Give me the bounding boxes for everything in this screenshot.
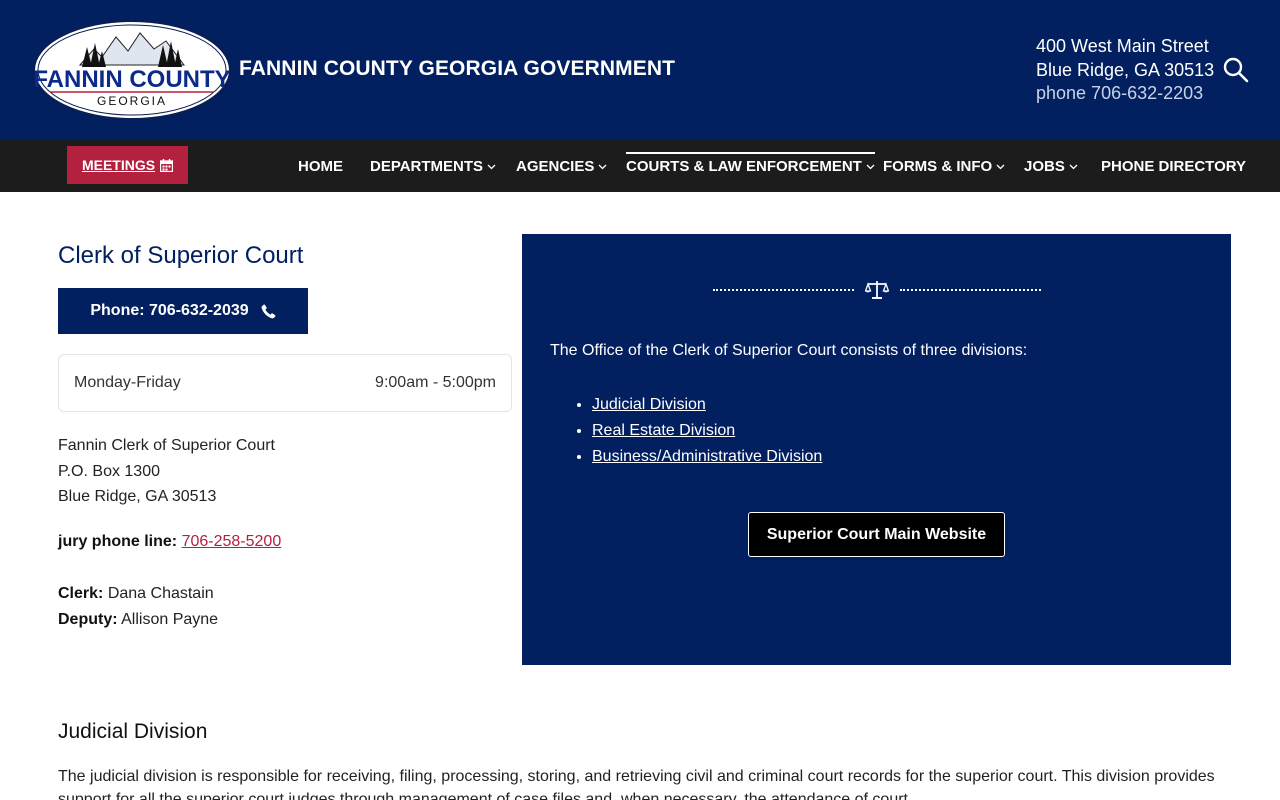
panel-intro: The Office of the Clerk of Superior Cour… (550, 342, 1028, 359)
real-estate-division-link[interactable]: Real Estate Division (592, 422, 735, 439)
office-city: Blue Ridge, GA 30513 (58, 488, 217, 505)
page-title: Clerk of Superior Court (58, 242, 304, 269)
nav-departments-label: DEPARTMENTS (370, 157, 484, 175)
clerk-name: Dana Chastain (107, 585, 214, 602)
superior-court-website-button[interactable]: Superior Court Main Website (748, 512, 1005, 557)
office-name: Fannin Clerk of Superior Court (58, 437, 275, 454)
nav-departments[interactable]: DEPARTMENTS (370, 140, 496, 192)
office-hours: Monday-Friday 9:00am - 5:00pm (58, 354, 512, 412)
site-title[interactable]: FANNIN COUNTY GEORGIA GOVERNMENT (239, 57, 675, 81)
search-button[interactable] (1222, 56, 1250, 84)
deputy-row: Deputy: Allison Payne (58, 607, 218, 633)
deputy-label: Deputy: (58, 611, 118, 628)
office-po-box: P.O. Box 1300 (58, 462, 160, 480)
panel-divider (713, 278, 1041, 302)
main-nav: MEETINGS HOME DEPARTMENTS AGENCIES COURT… (0, 140, 1280, 192)
judicial-division-heading: Judicial Division (58, 720, 208, 743)
jury-label: jury phone line: (58, 533, 178, 550)
clerk-label: Clerk: (58, 585, 104, 602)
divisions-list: Judicial Division Real Estate Division B… (592, 392, 822, 470)
nav-home-label: HOME (298, 157, 343, 175)
jury-phone-line: jury phone line: 706-258-5200 (58, 533, 281, 551)
dotted-rule-right (900, 289, 1041, 291)
jury-phone-link[interactable]: 706-258-5200 (182, 533, 282, 550)
address-street: 400 West Main Street (1036, 36, 1209, 56)
nav-phone-directory-label: PHONE DIRECTORY (1101, 157, 1247, 175)
office-address: Fannin Clerk of Superior Court P.O. Box … (58, 433, 275, 510)
nav-agencies-label: AGENCIES (516, 157, 595, 175)
header-address: 400 West Main Street Blue Ridge, GA 3051… (1036, 35, 1214, 106)
chevron-down-icon (487, 164, 496, 169)
judicial-division-description: The judicial division is responsible for… (58, 768, 1215, 800)
header-phone[interactable]: phone 706-632-2203 (1036, 82, 1214, 106)
deputy-name: Allison Payne (121, 611, 219, 628)
nav-agencies[interactable]: AGENCIES (516, 140, 607, 192)
site-header: FANNIN COUNTY GEORGIA FANNIN COUNTY GEOR… (0, 0, 1280, 140)
chevron-down-icon (598, 164, 607, 169)
hours-days: Monday-Friday (74, 374, 181, 391)
phone-icon (261, 304, 276, 318)
dotted-rule-left (713, 289, 854, 291)
hours-time: 9:00am - 5:00pm (375, 374, 496, 391)
nav-forms-info[interactable]: FORMS & INFO (883, 140, 1005, 192)
nav-home[interactable]: HOME (298, 140, 343, 192)
list-item: Business/Administrative Division (592, 444, 822, 470)
chevron-down-icon (1069, 164, 1078, 169)
nav-courts-label: COURTS & LAW ENFORCEMENT (626, 157, 862, 175)
county-logo[interactable]: FANNIN COUNTY GEORGIA (32, 19, 232, 121)
staff-list: Clerk: Dana Chastain Deputy: Allison Pay… (58, 581, 218, 633)
svg-text:FANNIN COUNTY: FANNIN COUNTY (33, 66, 230, 93)
nav-jobs-label: JOBS (1024, 157, 1065, 175)
nav-forms-label: FORMS & INFO (883, 157, 993, 175)
meetings-label: MEETINGS (81, 157, 156, 173)
phone-button[interactable]: Phone: 706-632-2039 (58, 288, 308, 334)
svg-text:GEORGIA: GEORGIA (97, 94, 167, 108)
clerk-row: Clerk: Dana Chastain (58, 581, 218, 607)
judicial-division-link[interactable]: Judicial Division (592, 396, 706, 413)
nav-courts-law-enforcement[interactable]: COURTS & LAW ENFORCEMENT (626, 140, 875, 192)
address-city: Blue Ridge, GA 30513 (1036, 59, 1215, 80)
chevron-down-icon (996, 164, 1005, 169)
logo-seal-icon: FANNIN COUNTY GEORGIA (33, 20, 231, 120)
list-item: Judicial Division (592, 392, 822, 418)
list-item: Real Estate Division (592, 418, 822, 444)
nav-jobs[interactable]: JOBS (1024, 140, 1078, 192)
scales-of-justice-icon (865, 281, 889, 299)
divisions-panel: The Office of the Clerk of Superior Cour… (522, 234, 1231, 665)
business-administrative-division-link[interactable]: Business/Administrative Division (592, 448, 822, 465)
nav-phone-directory[interactable]: PHONE DIRECTORY (1101, 140, 1246, 192)
meetings-button[interactable]: MEETINGS (67, 146, 188, 184)
chevron-down-icon (866, 164, 875, 169)
main-content: Clerk of Superior Court Phone: 706-632-2… (0, 192, 1280, 800)
calendar-icon (160, 158, 174, 172)
search-icon (1223, 57, 1249, 83)
phone-button-label: Phone: 706-632-2039 (90, 302, 249, 319)
